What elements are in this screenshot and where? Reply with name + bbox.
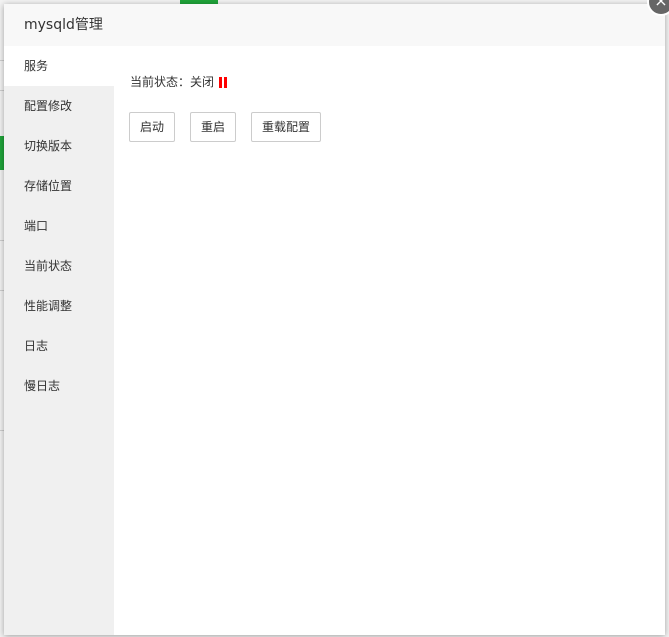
- sidebar-item-service[interactable]: 服务: [4, 46, 114, 86]
- sidebar-item-current-status[interactable]: 当前状态: [4, 246, 114, 286]
- service-button-row: 启动 重启 重载配置: [129, 112, 336, 142]
- sidebar-item-storage-location[interactable]: 存储位置: [4, 166, 114, 206]
- sidebar-item-log[interactable]: 日志: [4, 326, 114, 366]
- dialog-header: mysqld管理: [4, 4, 665, 47]
- restart-button[interactable]: 重启: [190, 112, 237, 142]
- status-row: 当前状态：关闭: [130, 74, 228, 90]
- service-panel: 当前状态：关闭 启动 重启 重载配置: [114, 46, 665, 635]
- start-button[interactable]: 启动: [129, 112, 176, 142]
- dialog-title: mysqld管理: [24, 17, 103, 33]
- sidebar-item-performance-tuning[interactable]: 性能调整: [4, 286, 114, 326]
- pause-icon: [219, 76, 228, 88]
- sidebar-item-port[interactable]: 端口: [4, 206, 114, 246]
- status-text: 当前状态：关闭: [130, 75, 215, 89]
- sidebar-item-slow-log[interactable]: 慢日志: [4, 366, 114, 406]
- mysqld-manager-dialog: mysqld管理 服务 配置修改 切换版本 存储位置 端口 当前状态 性能调整 …: [4, 4, 665, 635]
- reload-config-button[interactable]: 重载配置: [251, 112, 322, 142]
- sidebar-item-switch-version[interactable]: 切换版本: [4, 126, 114, 166]
- sidebar: 服务 配置修改 切换版本 存储位置 端口 当前状态 性能调整 日志 慢日志: [4, 46, 114, 635]
- sidebar-item-config-edit[interactable]: 配置修改: [4, 86, 114, 126]
